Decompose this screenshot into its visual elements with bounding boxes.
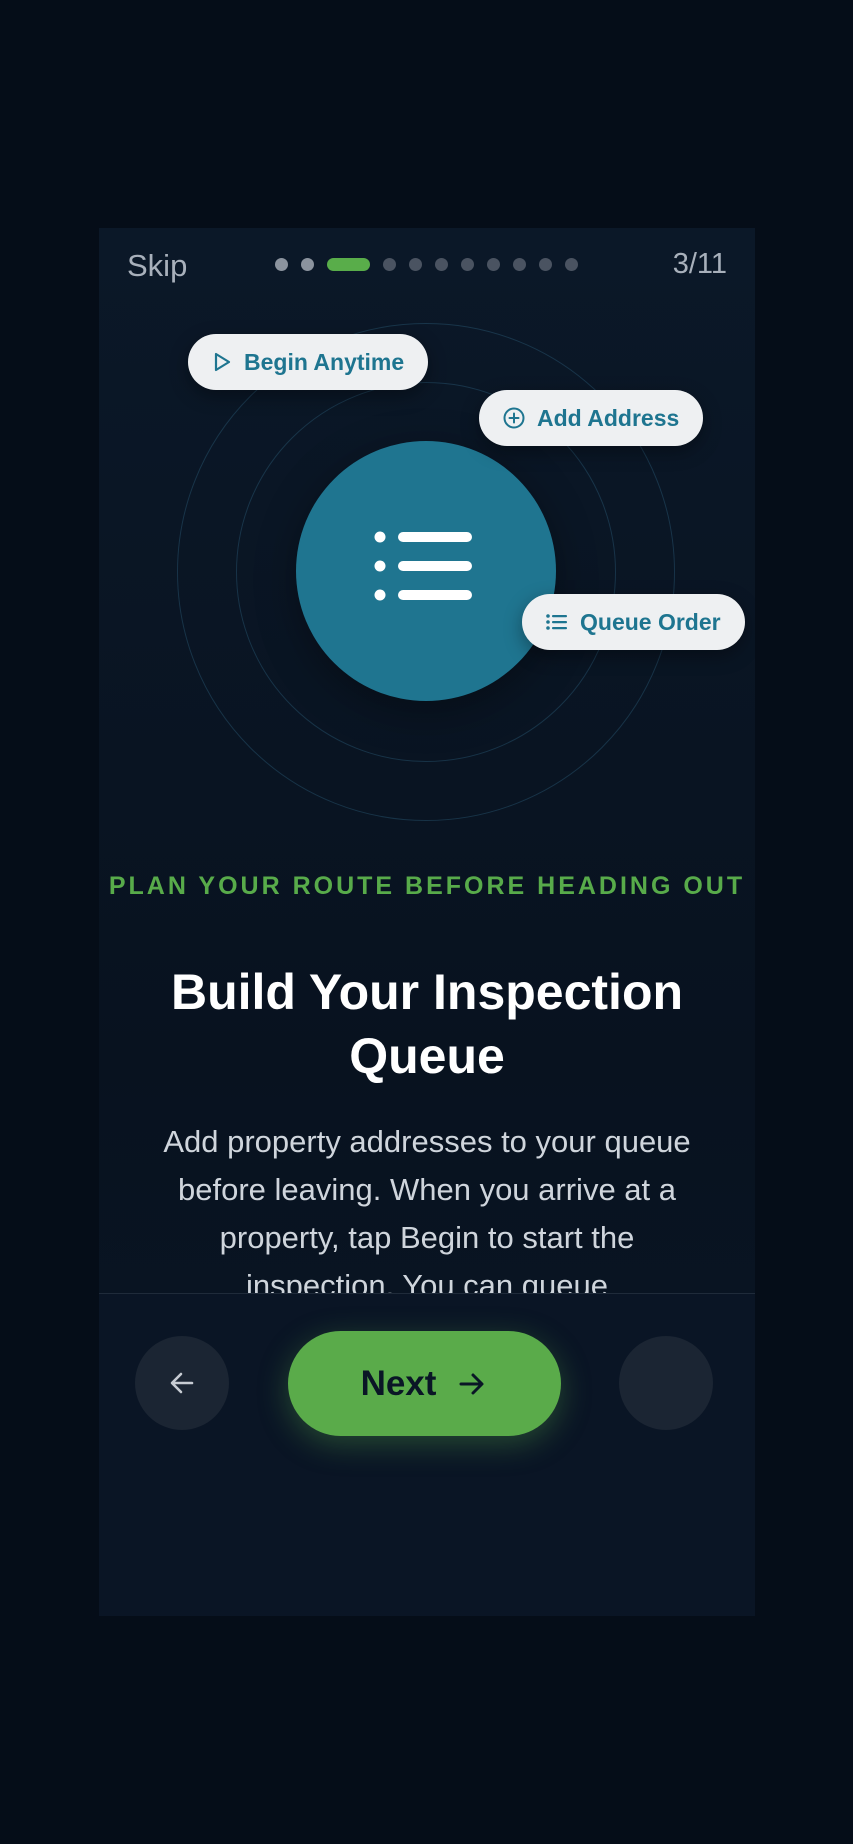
chip-label: Queue Order (580, 608, 721, 635)
chip-queue-order: Queue Order (522, 594, 745, 650)
chip-label: Begin Anytime (244, 348, 405, 375)
illustration: Begin Anytime Add Address Queue Order (99, 228, 755, 928)
arrow-right-icon (459, 1373, 484, 1394)
arrow-left-icon (170, 1372, 194, 1394)
next-button-label: Next (360, 1363, 437, 1403)
list-icon (374, 531, 472, 601)
footer-nav: Next (99, 1293, 755, 1616)
list-icon (546, 614, 567, 630)
plus-circle-icon (503, 407, 525, 429)
description-text: Add property addresses to your queue bef… (163, 1124, 691, 1300)
back-button[interactable] (135, 1336, 229, 1430)
play-outline-icon (214, 352, 231, 372)
onboarding-screen: Skip 3/11 Begin Anytime Add Address Queu… (99, 228, 755, 1616)
chip-label: Add Address (537, 404, 680, 431)
hero-circle (296, 441, 556, 701)
page-title: Build Your Inspection Queue (170, 964, 684, 1084)
eyebrow-text: PLAN YOUR ROUTE BEFORE HEADING OUT (108, 872, 746, 900)
placeholder-button (619, 1336, 713, 1430)
chip-add-address: Add Address (479, 390, 704, 446)
chip-begin-anytime: Begin Anytime (188, 334, 429, 390)
next-button[interactable]: Next (288, 1331, 561, 1436)
